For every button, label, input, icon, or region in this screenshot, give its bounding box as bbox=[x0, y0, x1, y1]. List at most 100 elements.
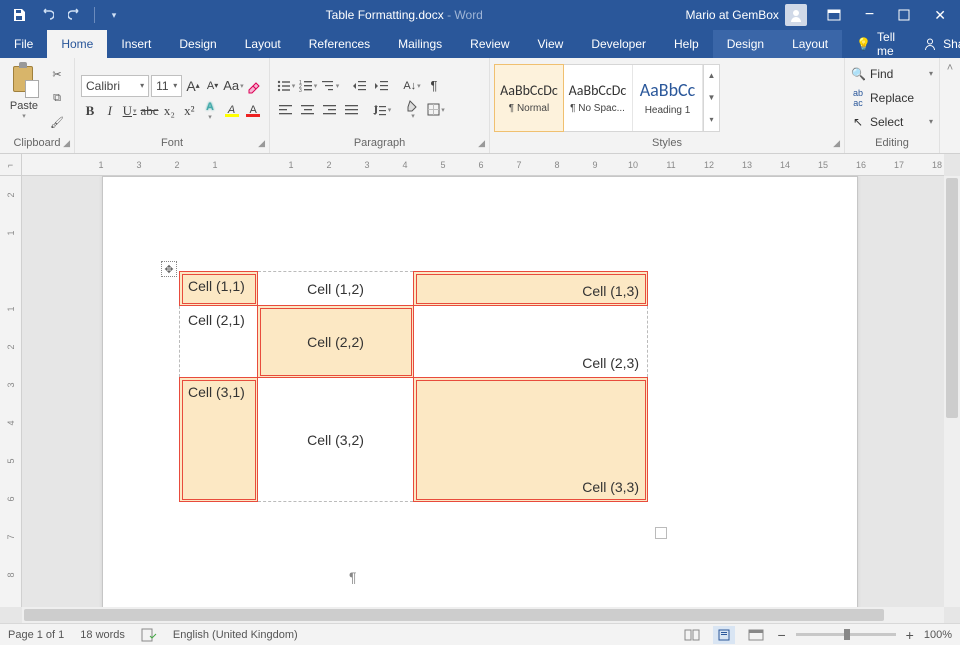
horizontal-ruler[interactable]: 1321123456789101112131415161718 bbox=[22, 154, 944, 176]
find-button[interactable]: 🔍Find▾ bbox=[851, 64, 933, 84]
spellcheck-icon[interactable] bbox=[141, 628, 157, 642]
inc-indent-button[interactable] bbox=[372, 76, 392, 96]
zoom-in-button[interactable]: + bbox=[906, 627, 914, 643]
shrink-font-button[interactable]: A▾ bbox=[204, 76, 222, 96]
underline-button[interactable]: U bbox=[121, 101, 139, 121]
cut-button[interactable]: ✂ bbox=[46, 64, 68, 84]
styles-dialog-launcher-icon[interactable]: ◢ bbox=[833, 138, 840, 149]
zoom-level[interactable]: 100% bbox=[924, 629, 952, 641]
table-resize-handle-icon[interactable] bbox=[655, 527, 667, 539]
tab-help[interactable]: Help bbox=[660, 30, 713, 58]
table-move-handle-icon[interactable]: ✥ bbox=[161, 261, 177, 277]
user-name[interactable]: Mario at GemBox bbox=[676, 0, 779, 30]
cell-3-1[interactable]: Cell (3,1) bbox=[180, 378, 258, 502]
shading-button[interactable]: ▾ bbox=[402, 100, 424, 120]
undo-icon[interactable] bbox=[36, 4, 58, 26]
zoom-out-button[interactable]: − bbox=[777, 627, 785, 643]
sort-button[interactable]: A↓ bbox=[402, 76, 422, 96]
word-count[interactable]: 18 words bbox=[80, 629, 125, 641]
horizontal-scrollbar[interactable] bbox=[22, 607, 944, 623]
web-layout-button[interactable] bbox=[745, 626, 767, 644]
collapse-ribbon-icon[interactable]: ˄ bbox=[940, 58, 960, 153]
clear-format-button[interactable] bbox=[245, 76, 263, 96]
cell-3-3[interactable]: Cell (3,3) bbox=[414, 378, 648, 502]
tab-table-design[interactable]: Design bbox=[713, 30, 778, 58]
show-marks-button[interactable]: ¶ bbox=[424, 76, 444, 96]
font-dialog-launcher-icon[interactable]: ◢ bbox=[258, 138, 265, 149]
grow-font-button[interactable]: A▴ bbox=[184, 76, 202, 96]
read-mode-button[interactable] bbox=[681, 626, 703, 644]
share-button[interactable]: Share bbox=[909, 30, 960, 58]
paste-button[interactable]: Paste ▾ bbox=[4, 62, 44, 120]
ribbon-display-icon[interactable] bbox=[817, 0, 851, 30]
gallery-more-icon[interactable]: ▾ bbox=[704, 109, 719, 131]
tab-developer[interactable]: Developer bbox=[577, 30, 660, 58]
highlight-button[interactable]: A bbox=[222, 104, 242, 117]
clipboard-dialog-launcher-icon[interactable]: ◢ bbox=[63, 138, 70, 149]
close-icon[interactable]: ✕ bbox=[924, 0, 956, 30]
italic-button[interactable]: I bbox=[101, 101, 119, 121]
tab-home[interactable]: Home bbox=[47, 30, 107, 58]
multilevel-button[interactable] bbox=[320, 76, 340, 96]
print-layout-button[interactable] bbox=[713, 626, 735, 644]
replace-button[interactable]: abacReplace bbox=[851, 88, 933, 108]
strike-button[interactable]: abc bbox=[140, 101, 158, 121]
vertical-ruler[interactable]: 2112345678 bbox=[0, 176, 22, 607]
language-status[interactable]: English (United Kingdom) bbox=[173, 629, 298, 641]
gallery-down-icon[interactable]: ▼ bbox=[704, 87, 719, 109]
text-effects-button[interactable]: A▾ bbox=[200, 101, 220, 121]
maximize-icon[interactable] bbox=[888, 0, 920, 30]
cell-2-1[interactable]: Cell (2,1) bbox=[180, 306, 258, 378]
dec-indent-button[interactable] bbox=[350, 76, 370, 96]
bullets-button[interactable] bbox=[276, 76, 296, 96]
user-avatar-icon[interactable] bbox=[785, 4, 807, 26]
qat-customize-icon[interactable]: ▾ bbox=[103, 4, 125, 26]
save-icon[interactable] bbox=[8, 4, 30, 26]
borders-button[interactable] bbox=[426, 100, 446, 120]
tab-insert[interactable]: Insert bbox=[107, 30, 165, 58]
font-name-combo[interactable]: Calibri▾ bbox=[81, 75, 149, 97]
cell-1-1[interactable]: Cell (1,1) bbox=[180, 272, 258, 306]
superscript-button[interactable]: x² bbox=[180, 101, 198, 121]
numbering-button[interactable]: 123 bbox=[298, 76, 318, 96]
subscript-button[interactable]: x₂ bbox=[161, 101, 179, 121]
line-spacing-button[interactable] bbox=[372, 100, 392, 120]
minimize-icon[interactable]: − bbox=[855, 0, 884, 30]
cell-2-2[interactable]: Cell (2,2) bbox=[258, 306, 414, 378]
vscroll-thumb[interactable] bbox=[946, 178, 958, 418]
style-no-spacing[interactable]: AaBbCcDc¶ No Spac... bbox=[563, 65, 633, 131]
cell-2-3[interactable]: Cell (2,3) bbox=[414, 306, 648, 378]
font-size-combo[interactable]: 11▾ bbox=[151, 75, 182, 97]
tellme-button[interactable]: 💡Tell me bbox=[842, 30, 909, 58]
justify-button[interactable] bbox=[342, 100, 362, 120]
page-status[interactable]: Page 1 of 1 bbox=[8, 629, 64, 641]
copy-button[interactable]: ⧉ bbox=[46, 88, 68, 108]
zoom-knob[interactable] bbox=[844, 629, 850, 640]
document-table[interactable]: Cell (1,1)Cell (1,2)Cell (1,3) Cell (2,1)… bbox=[179, 271, 648, 502]
document-area[interactable]: ✥ Cell (1,1)Cell (1,2)Cell (1,3)Cell (2,… bbox=[22, 176, 944, 607]
style-normal[interactable]: AaBbCcDc¶ Normal bbox=[494, 64, 564, 132]
tab-mailings[interactable]: Mailings bbox=[384, 30, 456, 58]
cell-1-2[interactable]: Cell (1,2) bbox=[258, 272, 414, 306]
tab-design[interactable]: Design bbox=[165, 30, 230, 58]
tab-file[interactable]: File bbox=[0, 30, 47, 58]
select-button[interactable]: ↖Select▾ bbox=[851, 112, 933, 132]
cell-3-2[interactable]: Cell (3,2) bbox=[258, 378, 414, 502]
vertical-scrollbar[interactable] bbox=[944, 176, 960, 607]
bold-button[interactable]: B bbox=[81, 101, 99, 121]
cell-1-3[interactable]: Cell (1,3) bbox=[414, 272, 648, 306]
zoom-slider[interactable] bbox=[796, 633, 896, 636]
hscroll-thumb[interactable] bbox=[24, 609, 884, 621]
align-left-button[interactable] bbox=[276, 100, 296, 120]
tab-table-layout[interactable]: Layout bbox=[778, 30, 842, 58]
ruler-corner[interactable]: ⌐ bbox=[0, 154, 22, 176]
align-center-button[interactable] bbox=[298, 100, 318, 120]
change-case-button[interactable]: Aa bbox=[223, 76, 243, 96]
format-painter-button[interactable]: 🖌 bbox=[46, 112, 68, 132]
redo-icon[interactable] bbox=[64, 4, 86, 26]
align-right-button[interactable] bbox=[320, 100, 340, 120]
tab-view[interactable]: View bbox=[524, 30, 578, 58]
tab-references[interactable]: References bbox=[295, 30, 384, 58]
style-heading1[interactable]: AaBbCcHeading 1 bbox=[633, 65, 703, 131]
tab-layout[interactable]: Layout bbox=[231, 30, 295, 58]
